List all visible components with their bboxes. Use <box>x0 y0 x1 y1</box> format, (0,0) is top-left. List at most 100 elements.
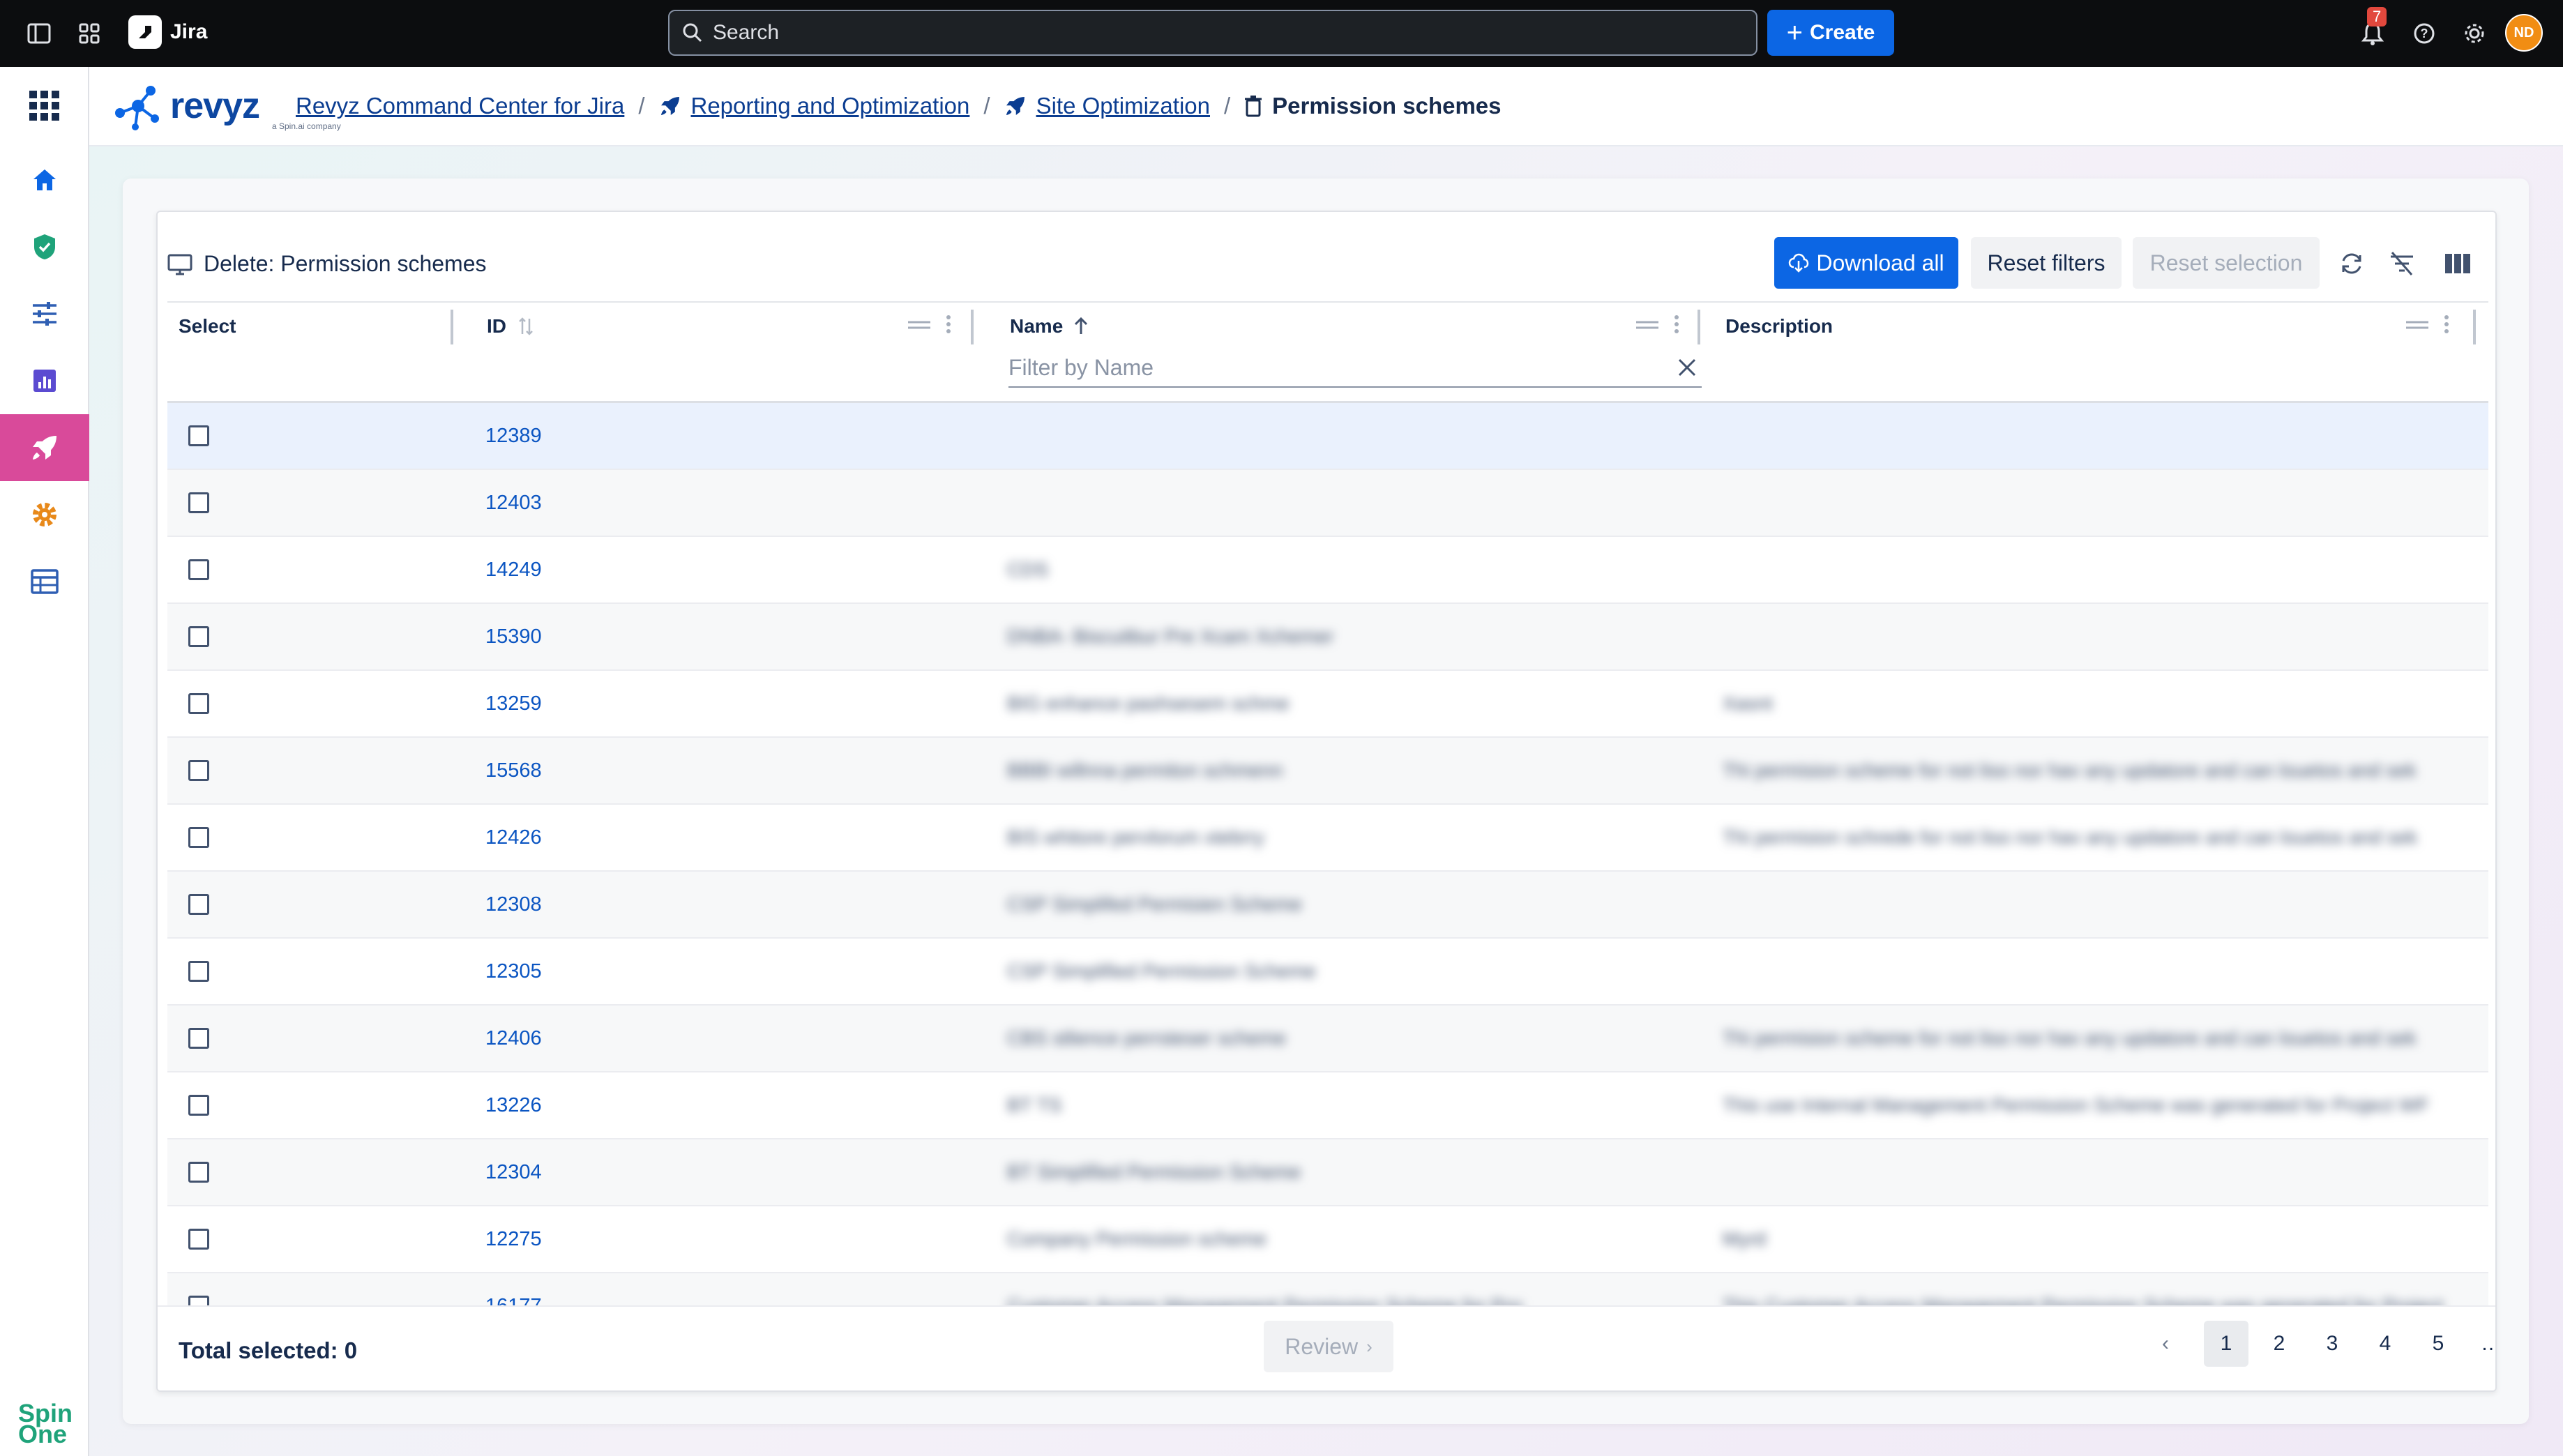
row-select-checkbox[interactable] <box>188 693 209 714</box>
jira-logo[interactable]: Jira <box>128 15 207 49</box>
column-menu-icon[interactable] <box>2444 314 2449 335</box>
pagination-page-3[interactable]: 3 <box>2310 1321 2354 1367</box>
row-id-link[interactable]: 12426 <box>485 826 542 849</box>
row-id-link[interactable]: 12305 <box>485 960 542 983</box>
pagination-prev-icon[interactable]: ‹ <box>2148 1321 2183 1367</box>
table-row[interactable]: 12403 <box>167 470 2488 537</box>
row-id-link[interactable]: 12304 <box>485 1161 542 1184</box>
settings-gear-icon[interactable] <box>2455 14 2494 53</box>
row-id-link[interactable]: 16177 <box>485 1295 542 1306</box>
row-id-link[interactable]: 13259 <box>485 692 542 715</box>
pagination-page-2[interactable]: 2 <box>2257 1321 2301 1367</box>
row-id-link[interactable]: 13226 <box>485 1094 542 1117</box>
search-input[interactable]: Search <box>668 10 1757 56</box>
download-all-button[interactable]: Download all <box>1774 237 1958 289</box>
pagination-page-4[interactable]: 4 <box>2363 1321 2407 1367</box>
row-select-checkbox[interactable] <box>188 1162 209 1183</box>
table-row[interactable]: 15390 DNBA- Biscuitbur Pre Xcam Xchemer <box>167 604 2488 671</box>
row-select-checkbox[interactable] <box>188 827 209 848</box>
gear-icon <box>33 503 56 526</box>
pagination-page-5[interactable]: 5 <box>2416 1321 2460 1367</box>
top-navigation-bar: Jira Search + Create 7 ? ND <box>0 0 2563 67</box>
row-select-checkbox[interactable] <box>188 760 209 781</box>
sidebar-item-home[interactable] <box>0 146 89 213</box>
row-select-checkbox[interactable] <box>188 961 209 982</box>
column-resize-handle[interactable] <box>1698 310 1700 344</box>
table-row[interactable]: 15568 BBBI willnna permiton schmenn Thi pe… <box>167 738 2488 805</box>
row-id-link[interactable]: 12389 <box>485 425 542 448</box>
row-select-checkbox[interactable] <box>188 626 209 647</box>
reset-filters-button[interactable]: Reset filters <box>1971 237 2122 289</box>
refresh-icon[interactable] <box>2335 247 2368 280</box>
breadcrumb-reporting-optimization[interactable]: Reporting and Optimization <box>691 93 970 119</box>
row-id-link[interactable]: 12308 <box>485 893 542 916</box>
row-select-checkbox[interactable] <box>188 1229 209 1250</box>
report-chart-icon <box>33 370 56 392</box>
row-select-checkbox[interactable] <box>188 492 209 513</box>
row-select-checkbox[interactable] <box>188 1028 209 1049</box>
column-header-name[interactable]: Name <box>1010 315 1089 338</box>
column-header-id[interactable]: ID <box>487 315 534 338</box>
table-row[interactable]: 12275 Company Permission scheme Myrd <box>167 1206 2488 1273</box>
column-menu-icon[interactable] <box>946 314 951 335</box>
rocket-icon <box>33 436 56 460</box>
row-select-checkbox[interactable] <box>188 1095 209 1116</box>
row-name-cell: Customer Access Management Permission Sc… <box>1007 1295 1523 1305</box>
row-id-link[interactable]: 12403 <box>485 492 542 515</box>
sidebar-item-apps[interactable] <box>0 73 89 139</box>
table-row[interactable]: 12426 BIS whitore pervlorum xtebrry Thi pe… <box>167 805 2488 872</box>
filter-by-name-input[interactable]: Filter by Name <box>1008 349 1702 388</box>
app-switcher-icon[interactable] <box>74 18 105 49</box>
sidebar-toggle-icon[interactable] <box>24 18 54 49</box>
columns-icon[interactable] <box>2441 247 2474 280</box>
clear-filter-icon[interactable] <box>2385 247 2419 280</box>
column-resize-handle[interactable] <box>451 310 453 344</box>
sidebar-item-reports[interactable] <box>0 347 89 414</box>
table-row[interactable]: 13226 BT TS This use Internal Management P… <box>167 1072 2488 1139</box>
revyz-logo[interactable]: revyz <box>110 78 260 134</box>
sidebar-item-table[interactable] <box>0 548 89 615</box>
row-id-link[interactable]: 15390 <box>485 625 542 649</box>
column-menu-icon[interactable] <box>1674 314 1679 335</box>
table-row[interactable]: 12308 CSP Simplifed Permisien Scheme <box>167 872 2488 939</box>
column-header-description[interactable]: Description <box>1725 315 1833 338</box>
reset-selection-button[interactable]: Reset selection <box>2133 237 2320 289</box>
review-button[interactable]: Review › <box>1264 1321 1393 1372</box>
user-avatar[interactable]: ND <box>2505 14 2543 52</box>
row-id-link[interactable]: 12275 <box>485 1228 542 1251</box>
row-id-link[interactable]: 12406 <box>485 1027 542 1050</box>
row-select-checkbox[interactable] <box>188 894 209 915</box>
table-row[interactable]: 12406 CBS stlience perrsteser scheme Thi p… <box>167 1006 2488 1072</box>
clear-filter-x-icon[interactable] <box>1677 357 1698 378</box>
column-header-select: Select <box>179 315 236 337</box>
row-select-checkbox[interactable] <box>188 1296 209 1305</box>
drag-handle-icon[interactable] <box>2406 319 2428 331</box>
drag-handle-icon[interactable] <box>908 319 930 331</box>
sidebar-item-optimization[interactable] <box>0 414 89 481</box>
row-select-checkbox[interactable] <box>188 559 209 580</box>
table-row[interactable]: 12304 BT Simplified Permission Scheme <box>167 1139 2488 1206</box>
row-id-link[interactable]: 15568 <box>485 759 542 782</box>
table-row[interactable]: 16177 Customer Access Management Permissi… <box>167 1273 2488 1305</box>
table-row[interactable]: 14249 CDS <box>167 537 2488 604</box>
breadcrumb: Revyz Command Center for Jira / Reportin… <box>296 93 1502 119</box>
drag-handle-icon[interactable] <box>1636 319 1658 331</box>
help-icon[interactable]: ? <box>2405 14 2444 53</box>
column-resize-handle[interactable] <box>2473 310 2476 344</box>
sidebar-item-configuration[interactable] <box>0 481 89 548</box>
row-id-link[interactable]: 14249 <box>485 559 542 582</box>
column-resize-handle[interactable] <box>971 310 974 344</box>
table-row[interactable]: 13259 BIG enhance pashsesem schme Xasnt <box>167 671 2488 738</box>
sidebar-item-backup[interactable] <box>0 213 89 280</box>
row-select-checkbox[interactable] <box>188 425 209 446</box>
table-row[interactable]: 12305 CSP Simplified Permission Scheme <box>167 939 2488 1006</box>
table-row[interactable]: 12389 <box>167 403 2488 470</box>
sidebar-item-settings-sliders[interactable] <box>0 280 89 347</box>
row-name-cell: BBBI willnna permiton schmenn <box>1007 759 1283 781</box>
jira-mark-icon <box>128 15 162 49</box>
create-button[interactable]: + Create <box>1767 10 1894 56</box>
sort-ascending-icon <box>1075 317 1088 334</box>
breadcrumb-command-center[interactable]: Revyz Command Center for Jira <box>296 93 624 119</box>
pagination-page-1[interactable]: 1 <box>2204 1321 2248 1367</box>
breadcrumb-site-optimization[interactable]: Site Optimization <box>1036 93 1210 119</box>
